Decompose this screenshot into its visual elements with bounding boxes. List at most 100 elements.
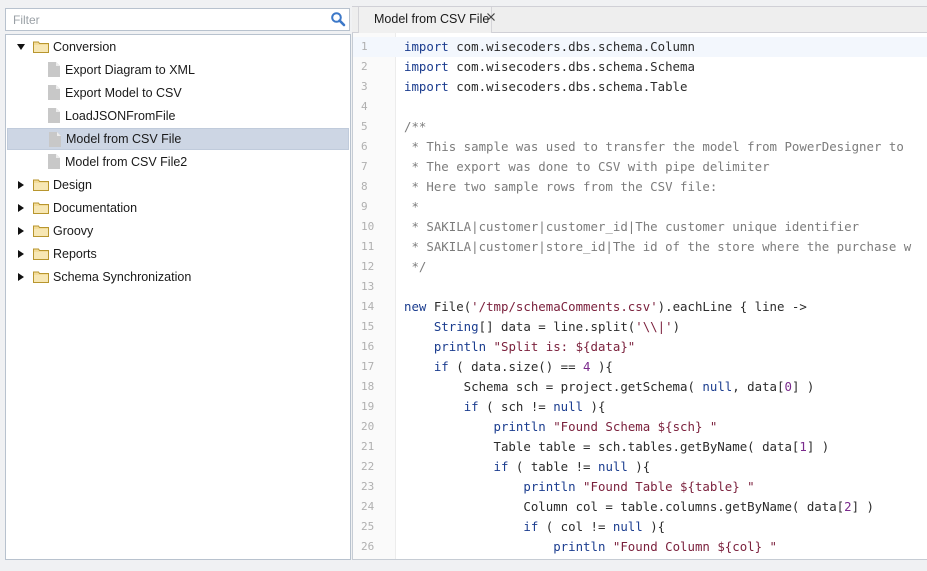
- line-number: 10: [361, 220, 375, 233]
- code-token: * SAKILA|customer|customer_id|The custom…: [404, 219, 860, 234]
- tree-item-label: Conversion: [53, 40, 117, 54]
- code-line[interactable]: 15 String[] data = line.split('\\|'): [353, 317, 927, 337]
- code-token: Table table = sch.tables.getByName( data…: [404, 439, 800, 454]
- tree-item[interactable]: Model from CSV File2: [7, 151, 349, 173]
- code-text: /**: [404, 117, 426, 137]
- tree-item-label: Export Model to CSV: [65, 86, 182, 100]
- code-line[interactable]: 5 /**: [353, 117, 927, 137]
- script-tree: Conversion Export Diagram to XML Export Mo…: [5, 34, 351, 560]
- tab-model-from-csv-file[interactable]: Model from CSV File: [358, 7, 495, 33]
- code-text: if ( sch != null ){: [404, 397, 606, 417]
- folder-icon: [33, 225, 49, 237]
- code-editor[interactable]: 1 import com.wisecoders.dbs.schema.Column…: [352, 33, 927, 560]
- code-text: if ( col != null ){: [404, 517, 665, 537]
- code-line[interactable]: 20 println "Found Schema ${sch} ": [353, 417, 927, 437]
- code-line[interactable]: 16 println "Split is: ${data}": [353, 337, 927, 357]
- code-token: null: [553, 399, 584, 414]
- code-token: ).eachLine { line ->: [657, 299, 807, 314]
- code-token: 4: [583, 359, 591, 374]
- tree-item[interactable]: Export Model to CSV: [7, 82, 349, 104]
- code-token: * SAKILA|customer|store_id|The id of the…: [404, 239, 912, 254]
- tree-item-label: Export Diagram to XML: [65, 63, 195, 77]
- code-token: *: [404, 199, 419, 214]
- code-token: ] ): [806, 439, 830, 454]
- code-line[interactable]: 10 * SAKILA|customer|customer_id|The cus…: [353, 217, 927, 237]
- code-token: import: [404, 39, 449, 54]
- line-number: 2: [361, 60, 368, 73]
- code-line[interactable]: 9 *: [353, 197, 927, 217]
- code-line[interactable]: 8 * Here two sample rows from the CSV fi…: [353, 177, 927, 197]
- tree-item[interactable]: Model from CSV File: [7, 128, 349, 150]
- line-number: 25: [361, 520, 375, 533]
- code-line[interactable]: 7 * The export was done to CSV with pipe…: [353, 157, 927, 177]
- tree-folder[interactable]: Reports: [7, 243, 349, 265]
- filter-input[interactable]: [6, 9, 323, 30]
- code-line[interactable]: 14 new File('/tmp/schemaComments.csv').ea…: [353, 297, 927, 317]
- tab-label: Model from CSV File: [374, 12, 490, 26]
- search-icon[interactable]: [330, 11, 346, 27]
- file-icon: [48, 154, 60, 169]
- code-line[interactable]: 23 println "Found Table ${table} ": [353, 477, 927, 497]
- caret-down-icon[interactable]: [17, 43, 25, 51]
- code-line[interactable]: 26 println "Found Column ${col} ": [353, 537, 927, 557]
- tree-folder[interactable]: Documentation: [7, 197, 349, 219]
- code-text: println "Found Column ${col} ": [404, 537, 777, 557]
- code-token: ( table !=: [508, 459, 598, 474]
- code-token: println: [553, 539, 606, 554]
- code-token: ] ): [851, 499, 874, 514]
- code-line[interactable]: 6 * This sample was used to transfer the…: [353, 137, 927, 157]
- code-line[interactable]: 22 if ( table != null ){: [353, 457, 927, 477]
- tree-folder[interactable]: Schema Synchronization: [7, 266, 349, 288]
- code-token: if: [493, 459, 509, 474]
- code-line[interactable]: 19 if ( sch != null ){: [353, 397, 927, 417]
- tree-item-label: Reports: [53, 247, 97, 261]
- tree-folder[interactable]: Groovy: [7, 220, 349, 242]
- code-line[interactable]: 18 Schema sch = project.getSchema( null,…: [353, 377, 927, 397]
- code-token: ( data.size() ==: [448, 359, 584, 374]
- tree-folder[interactable]: Design: [7, 174, 349, 196]
- code-text: println "Found Schema ${sch} ": [404, 417, 718, 437]
- code-line[interactable]: 3 import com.wisecoders.dbs.schema.Table: [353, 77, 927, 97]
- tree-item[interactable]: Export Diagram to XML: [7, 59, 349, 81]
- tree-item[interactable]: LoadJSONFromFile: [7, 105, 349, 127]
- code-line[interactable]: 1 import com.wisecoders.dbs.schema.Column: [353, 37, 927, 57]
- code-line[interactable]: 24 Column col = table.columns.getByName(…: [353, 497, 927, 517]
- code-text: new File('/tmp/schemaComments.csv').each…: [404, 297, 807, 317]
- code-token: "Split is: ${data}": [493, 339, 636, 354]
- code-token: com.wisecoders.dbs.schema.Column: [448, 39, 695, 54]
- code-token: '/tmp/schemaComments.csv': [471, 299, 658, 314]
- code-line[interactable]: 11 * SAKILA|customer|store_id|The id of …: [353, 237, 927, 257]
- code-token: ] ): [791, 379, 815, 394]
- caret-right-icon[interactable]: [17, 204, 25, 212]
- tree-folder[interactable]: Conversion: [7, 36, 349, 58]
- line-number: 9: [361, 200, 368, 213]
- caret-right-icon[interactable]: [17, 250, 25, 258]
- line-number: 14: [361, 300, 375, 313]
- close-icon[interactable]: [486, 12, 496, 22]
- code-line[interactable]: 25 if ( col != null ){: [353, 517, 927, 537]
- code-token: ){: [627, 459, 651, 474]
- caret-right-icon[interactable]: [17, 273, 25, 281]
- line-number: 7: [361, 160, 368, 173]
- code-line[interactable]: 13: [353, 277, 927, 297]
- code-text: import com.wisecoders.dbs.schema.Table: [404, 77, 687, 97]
- code-token: 1: [799, 439, 807, 454]
- code-line[interactable]: 21 Table table = sch.tables.getByName( d…: [353, 437, 927, 457]
- code-line[interactable]: 2 import com.wisecoders.dbs.schema.Schema: [353, 57, 927, 77]
- code-line[interactable]: 12 */: [353, 257, 927, 277]
- code-token: '\\|': [635, 319, 673, 334]
- folder-icon: [33, 248, 49, 260]
- caret-right-icon[interactable]: [17, 181, 25, 189]
- code-line[interactable]: 17 if ( data.size() == 4 ){: [353, 357, 927, 377]
- caret-right-icon[interactable]: [17, 227, 25, 235]
- line-number: 17: [361, 360, 375, 373]
- code-line[interactable]: 4: [353, 97, 927, 117]
- tree-item-label: Model from CSV File: [66, 132, 182, 146]
- line-number: 11: [361, 240, 375, 253]
- file-icon: [48, 62, 60, 77]
